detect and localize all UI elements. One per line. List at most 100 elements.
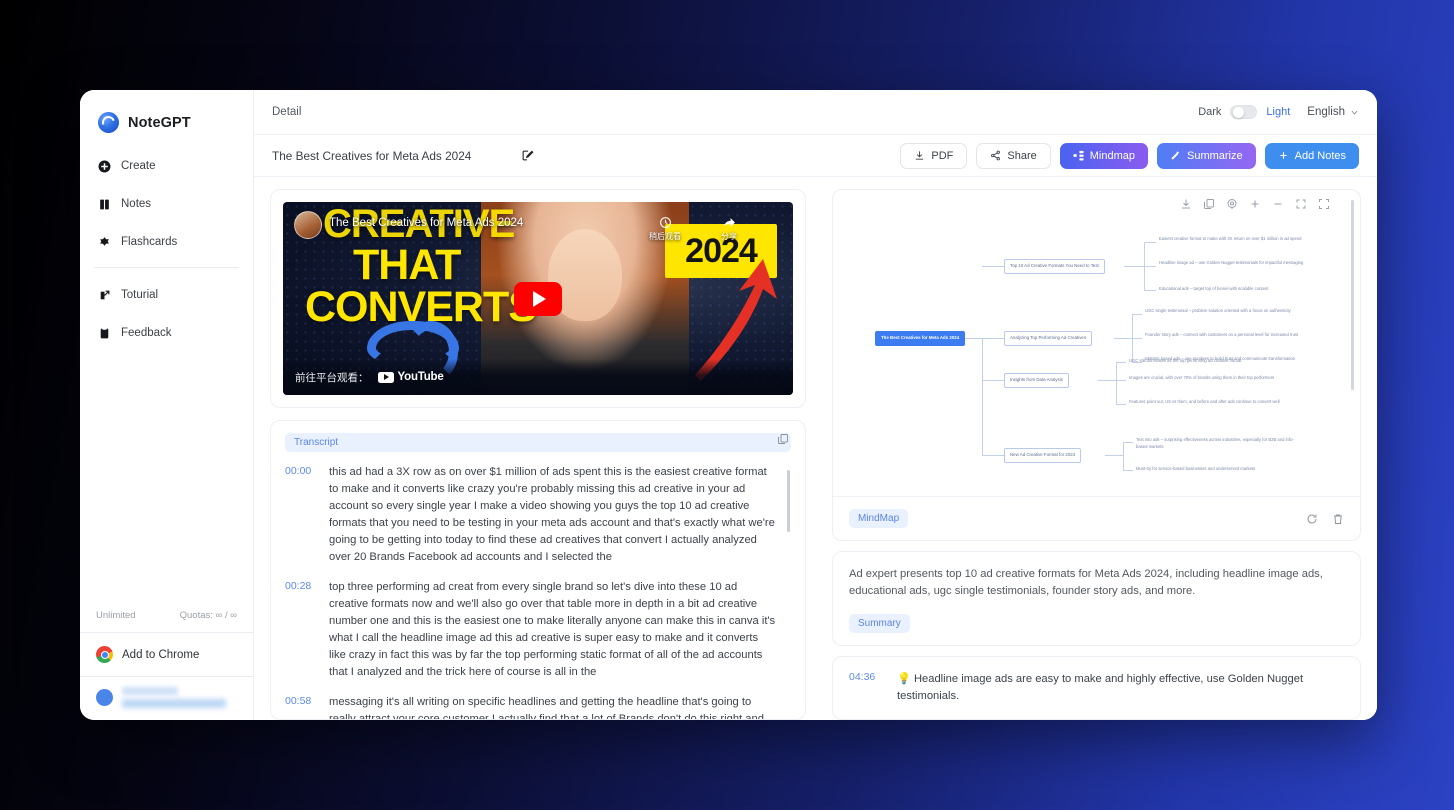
video-card: CREATIVE THAT CONVERTS 2024 The Best Cre… — [270, 189, 806, 408]
play-button[interactable] — [514, 281, 562, 316]
mindmap-branch-node[interactable]: New Ad Creative Format for 2024 — [1004, 448, 1082, 463]
account-name-redacted — [122, 687, 226, 708]
note-card: 04:36 💡 Headline image ads are easy to ma… — [832, 655, 1361, 720]
theme-toggle[interactable] — [1230, 105, 1258, 119]
share-label: Share — [1007, 149, 1037, 162]
fit-icon[interactable] — [1295, 198, 1307, 210]
video-share-label: 分享 — [721, 232, 737, 241]
language-selector[interactable]: English — [1307, 106, 1359, 118]
sidebar-item-create[interactable]: Create — [90, 153, 243, 179]
action-buttons: PDF Share Mindmap Summarize Add Notes — [900, 142, 1359, 169]
note-text: 💡 Headline image ads are easy to make and… — [897, 672, 1304, 702]
share-button[interactable]: Share — [976, 142, 1051, 169]
mindmap-branch-node[interactable]: Insights from Data Analysis — [1004, 373, 1069, 388]
transcript-text: top three performing ad creat from every… — [329, 581, 776, 679]
sidebar-item-feedback[interactable]: Feedback — [90, 320, 243, 346]
mindmap-branch-node[interactable]: Analyzing Top Performing Ad Creatives — [1004, 331, 1093, 346]
sidebar-item-notes[interactable]: Notes — [90, 191, 243, 217]
account-row[interactable] — [80, 677, 253, 720]
sidebar-item-label: Feedback — [121, 327, 172, 339]
copy-icon[interactable] — [777, 433, 789, 445]
cards-icon — [98, 236, 111, 249]
mindmap-leaf: Features point out, US vs them, and befo… — [1129, 399, 1280, 404]
trash-icon[interactable] — [1332, 513, 1344, 525]
add-notes-button[interactable]: Add Notes — [1264, 142, 1359, 169]
watch-later-label: 稍后观看 — [649, 232, 681, 241]
summarize-button[interactable]: Summarize — [1157, 142, 1256, 169]
mindmap-icon — [1073, 150, 1084, 161]
sidebar: NoteGPT Create Notes Flashcards Toturial… — [80, 90, 254, 720]
main-area: Detail Dark Light English The Best Creat… — [254, 90, 1377, 720]
mindmap-scrollbar[interactable] — [1351, 200, 1354, 390]
refresh-icon[interactable] — [1306, 513, 1318, 525]
mindmap-leaf: Text into ads – surprising effectiveness… — [1136, 437, 1294, 449]
note-timestamp[interactable]: 04:36 — [849, 671, 883, 683]
right-column: The Best Creatives for Meta Ads 2024 Top… — [832, 189, 1361, 720]
mindmap-tag: MindMap — [849, 509, 909, 528]
transcript-timestamp[interactable]: 00:00 — [285, 464, 319, 566]
wand-icon — [1170, 150, 1181, 161]
plus-circle-icon — [98, 160, 111, 173]
download-icon[interactable] — [1180, 198, 1192, 210]
brand-logo[interactable]: NoteGPT — [80, 90, 253, 133]
quota-label: Quotas: ∞ / ∞ — [179, 610, 237, 621]
pdf-button[interactable]: PDF — [900, 142, 968, 169]
sidebar-divider — [94, 267, 239, 268]
zoom-out-icon[interactable] — [1272, 198, 1284, 210]
sidebar-item-label: Toturial — [121, 289, 159, 301]
mindmap-canvas[interactable]: The Best Creatives for Meta Ads 2024 Top… — [833, 190, 1360, 496]
topbar-controls: Dark Light English — [1198, 105, 1359, 119]
sidebar-item-label: Notes — [121, 198, 152, 210]
mindmap-root-node[interactable]: The Best Creatives for Meta Ads 2024 — [875, 331, 966, 346]
edit-icon[interactable] — [521, 149, 534, 162]
transcript-tag: Transcript — [285, 433, 791, 452]
youtube-logo-icon[interactable]: YouTube — [377, 371, 444, 383]
sidebar-item-flashcards[interactable]: Flashcards — [90, 229, 243, 255]
toggle-knob — [1232, 107, 1244, 118]
copy-icon[interactable] — [1203, 198, 1215, 210]
mindmap-connector — [1144, 290, 1156, 291]
transcript-timestamp[interactable]: 00:58 — [285, 694, 319, 719]
zoom-in-icon[interactable] — [1249, 198, 1261, 210]
video-player[interactable]: CREATIVE THAT CONVERTS 2024 The Best Cre… — [283, 202, 793, 395]
mindmap-leaf: Headline image ad – use Golden Nugget te… — [1159, 260, 1304, 265]
mindmap-footer-actions — [1306, 513, 1344, 525]
mindmap-connector — [1123, 442, 1133, 443]
breadcrumb: Detail — [272, 106, 302, 118]
mindmap-connector — [1105, 455, 1123, 456]
channel-avatar — [294, 211, 322, 239]
video-footer: 前往平台观看： YouTube — [283, 359, 793, 395]
share-icon — [990, 150, 1001, 161]
plan-label: Unlimited — [96, 610, 136, 621]
notegpt-logo-icon — [98, 112, 119, 133]
fullscreen-icon[interactable] — [1318, 198, 1330, 210]
mindmap-connector — [982, 266, 1004, 267]
watch-later-button[interactable]: 稍后观看 — [649, 216, 681, 242]
mindmap-leaf: Images are crucial, with over 70% of bra… — [1129, 375, 1275, 380]
mindmap-branch-node[interactable]: Top 10 Ad Creative Formats You Need to T… — [1004, 259, 1105, 274]
mindmap-leaf: UGC single testimonial – problem solutio… — [1145, 308, 1291, 313]
transcript-timestamp[interactable]: 00:28 — [285, 579, 319, 681]
mindmap-button[interactable]: Mindmap — [1059, 142, 1148, 169]
add-to-chrome-button[interactable]: Add to Chrome — [80, 633, 253, 676]
topbar: Detail Dark Light English — [254, 90, 1377, 135]
title-row: The Best Creatives for Meta Ads 2024 PDF… — [254, 135, 1377, 177]
transcript-scrollbar[interactable] — [787, 470, 790, 532]
mindmap-toolbar — [1180, 198, 1330, 210]
video-share-button[interactable]: 分享 — [721, 216, 737, 242]
sidebar-item-toturial[interactable]: Toturial — [90, 282, 243, 308]
bulb-icon: 💡 — [897, 672, 911, 685]
mindmap-connector — [982, 380, 1004, 381]
transcript-scroll-area[interactable]: 00:00 this ad had a 3X row as on over $1… — [285, 464, 791, 719]
mindmap-connector — [1132, 338, 1142, 339]
sidebar-nav-primary: Create Notes Flashcards Toturial Feedbac… — [80, 133, 253, 358]
quota-row: Unlimited Quotas: ∞ / ∞ — [80, 610, 253, 632]
mindmap-leaf: Easiest creative format to make with 3X … — [1159, 236, 1302, 241]
target-icon[interactable] — [1226, 198, 1238, 210]
mindmap-footer: MindMap — [833, 496, 1360, 540]
mindmap-connector — [1114, 338, 1132, 339]
summary-text: Ad expert presents top 10 ad creative fo… — [849, 568, 1323, 598]
light-label: Light — [1266, 106, 1291, 118]
mindmap-connector — [982, 338, 983, 455]
summary-tag: Summary — [849, 613, 910, 633]
